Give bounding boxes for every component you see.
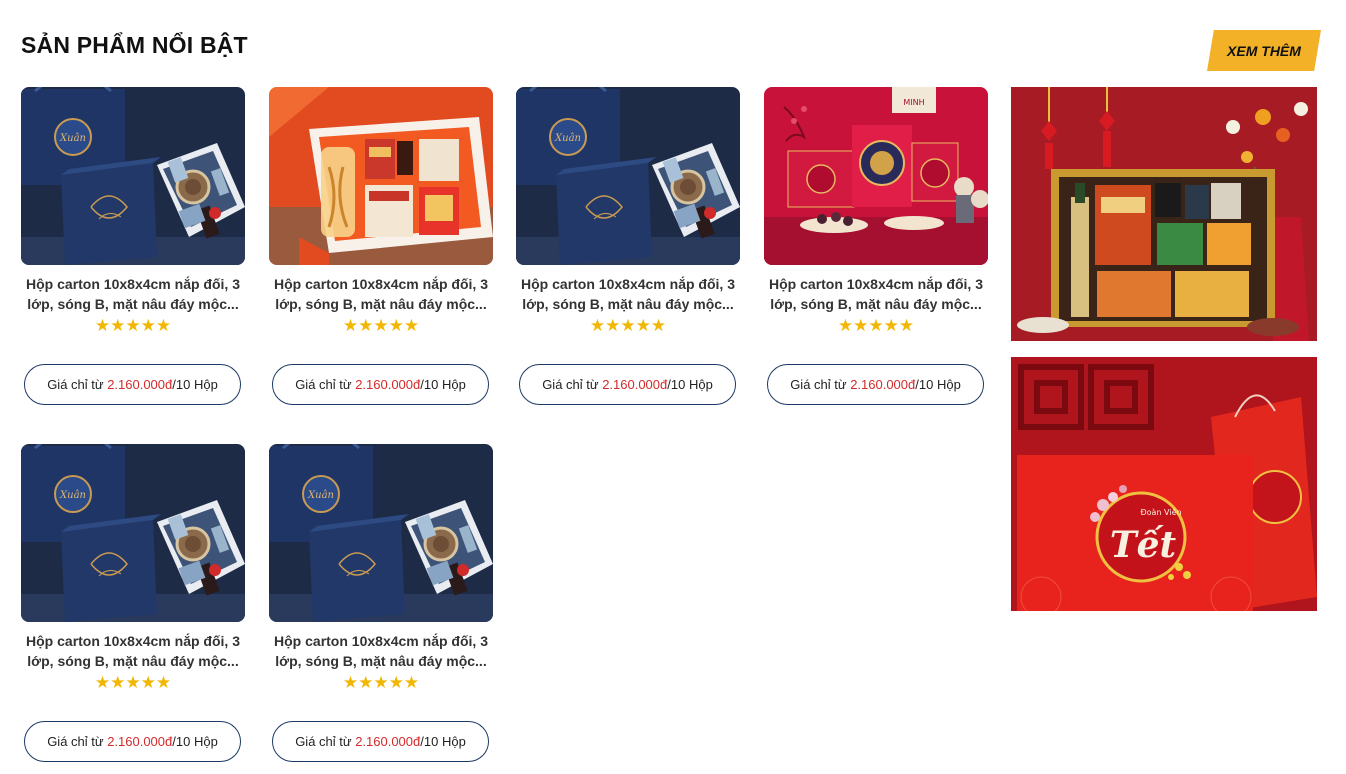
product-title[interactable]: Hộp carton 10x8x4cm nắp đối, 3 lớp, sóng… — [764, 274, 988, 314]
star-icon: ★ — [650, 316, 667, 335]
price-unit: /10 Hộp — [915, 377, 961, 392]
product-image[interactable]: Xuân — [269, 444, 493, 622]
star-icon: ★ — [342, 316, 359, 335]
star-icon: ★ — [883, 316, 899, 335]
price-unit: /10 Hộp — [420, 377, 466, 392]
price-value: 2.160.000đ — [107, 734, 173, 749]
price-button[interactable]: Giá chỉ từ 2.160.000đ/10 Hộp — [24, 721, 241, 762]
price-prefix: Giá chỉ từ — [790, 377, 851, 392]
doan-vien-text: Đoàn Viên — [1140, 507, 1181, 517]
star-icon: ★ — [837, 316, 854, 335]
star-icon: ★ — [140, 316, 156, 335]
star-icon: ★ — [358, 673, 374, 692]
product-card[interactable]: Hộp carton 10x8x4cm nắp đối, 3 lớp, sóng… — [269, 87, 493, 405]
svg-text:Xuân: Xuân — [59, 133, 86, 144]
price-prefix: Giá chỉ từ — [295, 734, 356, 749]
star-icon: ★ — [388, 316, 404, 335]
price-value: 2.160.000đ — [107, 377, 173, 392]
product-image[interactable] — [269, 87, 493, 265]
star-icon: ★ — [373, 673, 389, 692]
price-button[interactable]: Giá chỉ từ 2.160.000đ/10 Hộp — [272, 721, 489, 762]
star-icon: ★ — [635, 316, 651, 335]
product-image[interactable]: Xuân — [516, 87, 740, 265]
star-icon: ★ — [868, 316, 884, 335]
star-icon: ★ — [125, 316, 141, 335]
product-card[interactable]: Xuân Hộp carton 10x8x4cm nắp đối, 3 lớp,… — [21, 87, 245, 405]
star-icon: ★ — [898, 316, 915, 335]
price-prefix: Giá chỉ từ — [295, 377, 356, 392]
svg-text:Xuân: Xuân — [554, 133, 581, 144]
rating-stars: ★★★★★ — [516, 317, 740, 335]
product-title[interactable]: Hộp carton 10x8x4cm nắp đối, 3 lớp, sóng… — [269, 631, 493, 671]
price-value: 2.160.000đ — [355, 734, 421, 749]
star-icon: ★ — [155, 673, 172, 692]
star-icon: ★ — [853, 316, 869, 335]
product-card[interactable]: Xuân Hộp carton 10x8x4cm nắp đối, 3 lớp,… — [516, 87, 740, 405]
product-card[interactable]: Xuân Hộp carton 10x8x4cm nắp đối, 3 lớp,… — [21, 444, 245, 762]
tet-logo-text: Tết — [1110, 524, 1177, 566]
price-prefix: Giá chỉ từ — [542, 377, 603, 392]
price-button[interactable]: Giá chỉ từ 2.160.000đ/10 Hộp — [24, 364, 241, 405]
product-card[interactable]: MINH Hộp carton 10x8x4cm nắp đối, 3 lớp,… — [764, 87, 988, 405]
product-title[interactable]: Hộp carton 10x8x4cm nắp đối, 3 lớp, sóng… — [516, 274, 740, 314]
promo-banner-tet-bag[interactable]: Tết Đoàn Viên — [1011, 357, 1317, 611]
tet-bag-banner-image: Tết Đoàn Viên — [1011, 357, 1317, 611]
product-image[interactable]: MINH — [764, 87, 988, 265]
price-value: 2.160.000đ — [850, 377, 916, 392]
price-prefix: Giá chỉ từ — [47, 734, 108, 749]
star-icon: ★ — [110, 316, 126, 335]
star-icon: ★ — [403, 316, 420, 335]
rating-stars: ★★★★★ — [269, 674, 493, 692]
star-icon: ★ — [125, 673, 141, 692]
svg-text:Xuân: Xuân — [307, 490, 334, 501]
price-prefix: Giá chỉ từ — [47, 377, 108, 392]
price-unit: /10 Hộp — [667, 377, 713, 392]
svg-text:Xuân: Xuân — [59, 490, 86, 501]
rating-stars: ★★★★★ — [21, 317, 245, 335]
price-unit: /10 Hộp — [172, 734, 218, 749]
price-unit: /10 Hộp — [420, 734, 466, 749]
star-icon: ★ — [140, 673, 156, 692]
star-icon: ★ — [155, 316, 172, 335]
product-image[interactable]: Xuân — [21, 87, 245, 265]
star-icon: ★ — [358, 316, 374, 335]
product-image[interactable]: Xuân — [21, 444, 245, 622]
price-button[interactable]: Giá chỉ từ 2.160.000đ/10 Hộp — [767, 364, 984, 405]
price-unit: /10 Hộp — [172, 377, 218, 392]
star-icon: ★ — [373, 316, 389, 335]
star-icon: ★ — [94, 673, 111, 692]
star-icon: ★ — [388, 673, 404, 692]
rating-stars: ★★★★★ — [269, 317, 493, 335]
product-title[interactable]: Hộp carton 10x8x4cm nắp đối, 3 lớp, sóng… — [269, 274, 493, 314]
price-button[interactable]: Giá chỉ từ 2.160.000đ/10 Hộp — [272, 364, 489, 405]
star-icon: ★ — [110, 673, 126, 692]
product-card[interactable]: Xuân Hộp carton 10x8x4cm nắp đối, 3 lớp,… — [269, 444, 493, 762]
star-icon: ★ — [94, 316, 111, 335]
price-value: 2.160.000đ — [355, 377, 421, 392]
product-title[interactable]: Hộp carton 10x8x4cm nắp đối, 3 lớp, sóng… — [21, 631, 245, 671]
view-more-button[interactable]: XEM THÊM — [1207, 30, 1321, 71]
price-value: 2.160.000đ — [602, 377, 668, 392]
star-icon: ★ — [620, 316, 636, 335]
rating-stars: ★★★★★ — [21, 674, 245, 692]
price-button[interactable]: Giá chỉ từ 2.160.000đ/10 Hộp — [519, 364, 736, 405]
star-icon: ★ — [605, 316, 621, 335]
hamper-banner-image — [1011, 87, 1317, 341]
star-icon: ★ — [342, 673, 359, 692]
section-title: SẢN PHẨM NỔI BẬT — [21, 32, 248, 58]
rating-stars: ★★★★★ — [764, 317, 988, 335]
promo-banner-hamper[interactable] — [1011, 87, 1317, 341]
star-icon: ★ — [589, 316, 606, 335]
svg-text:MINH: MINH — [903, 98, 924, 107]
product-title[interactable]: Hộp carton 10x8x4cm nắp đối, 3 lớp, sóng… — [21, 274, 245, 314]
star-icon: ★ — [403, 673, 420, 692]
